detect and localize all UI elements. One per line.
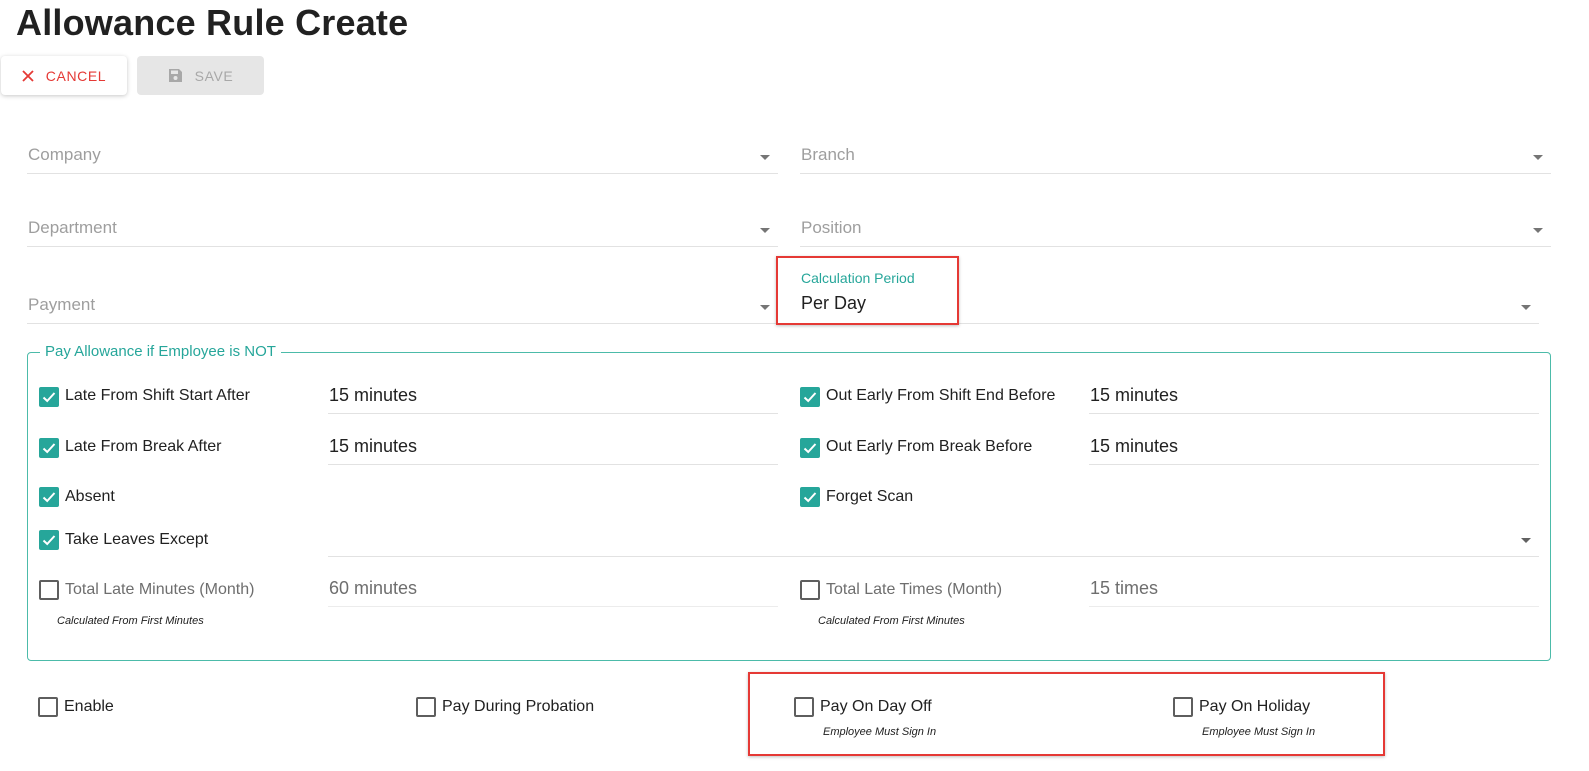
out-early-shift-end-checkbox[interactable]	[800, 387, 820, 407]
pay-during-probation-label: Pay During Probation	[442, 698, 595, 715]
check-icon	[42, 443, 56, 454]
position-placeholder: Position	[801, 218, 862, 237]
out-early-break-label: Out Early From Break Before	[826, 438, 1033, 455]
forget-scan-checkbox[interactable]	[800, 487, 820, 507]
branch-placeholder: Branch	[801, 145, 855, 164]
pay-during-probation-checkbox[interactable]	[416, 697, 436, 717]
absent-checkbox[interactable]	[39, 487, 59, 507]
pay-on-day-off-hint: Employee Must Sign In	[823, 726, 937, 738]
check-icon	[42, 392, 56, 403]
position-select[interactable]: Position	[800, 207, 1551, 247]
out-early-break-input[interactable]: 15 minutes	[1089, 425, 1539, 465]
payment-placeholder: Payment	[28, 295, 96, 314]
forget-scan-label: Forget Scan	[826, 488, 914, 505]
branch-select[interactable]: Branch	[800, 134, 1551, 174]
department-select[interactable]: Department	[27, 207, 778, 247]
late-shift-start-label: Late From Shift Start After	[65, 387, 250, 404]
pay-on-holiday-hint: Employee Must Sign In	[1202, 726, 1316, 738]
late-shift-start-value: 15 minutes	[329, 385, 418, 405]
department-placeholder: Department	[28, 218, 117, 237]
total-late-times-label: Total Late Times (Month)	[826, 581, 1003, 598]
total-late-minutes-hint: Calculated From First Minutes	[57, 615, 204, 627]
out-early-shift-end-label: Out Early From Shift End Before	[826, 387, 1056, 404]
save-button[interactable]: SAVE	[137, 56, 264, 95]
total-late-minutes-label: Total Late Minutes (Month)	[65, 581, 255, 598]
calculation-period-value: Per Day	[801, 293, 867, 313]
dropdown-caret-icon	[1533, 228, 1543, 233]
take-leaves-checkbox[interactable]	[39, 530, 59, 550]
late-break-checkbox[interactable]	[39, 438, 59, 458]
enable-checkbox[interactable]	[38, 697, 58, 717]
page-title: Allowance Rule Create	[16, 2, 409, 43]
out-early-shift-end-input[interactable]: 15 minutes	[1089, 374, 1539, 414]
save-button-label: SAVE	[194, 67, 234, 84]
dropdown-caret-icon	[760, 305, 770, 310]
pay-on-holiday-label: Pay On Holiday	[1199, 698, 1311, 715]
check-icon	[803, 492, 817, 503]
enable-label: Enable	[64, 698, 114, 715]
pay-on-holiday-checkbox[interactable]	[1173, 697, 1193, 717]
late-break-label: Late From Break After	[65, 438, 222, 455]
fieldset-legend: Pay Allowance if Employee is NOT	[40, 343, 281, 360]
pay-on-day-off-checkbox[interactable]	[794, 697, 814, 717]
dropdown-caret-icon	[1521, 538, 1531, 543]
check-icon	[42, 492, 56, 503]
out-early-shift-end-value: 15 minutes	[1090, 385, 1179, 405]
calculation-period-select[interactable]: Calculation Period Per Day	[800, 270, 1539, 324]
out-early-break-value: 15 minutes	[1090, 436, 1179, 456]
check-icon	[803, 443, 817, 454]
check-icon	[803, 392, 817, 403]
total-late-minutes-input[interactable]: 60 minutes	[328, 567, 778, 607]
cancel-button-label: CANCEL	[45, 67, 107, 84]
dropdown-caret-icon	[1533, 155, 1543, 160]
late-break-value: 15 minutes	[329, 436, 418, 456]
late-break-input[interactable]: 15 minutes	[328, 425, 778, 465]
total-late-times-hint: Calculated From First Minutes	[818, 615, 965, 627]
company-select[interactable]: Company	[27, 134, 778, 174]
total-late-times-checkbox[interactable]	[800, 580, 820, 600]
late-shift-start-input[interactable]: 15 minutes	[328, 374, 778, 414]
out-early-break-checkbox[interactable]	[800, 438, 820, 458]
company-placeholder: Company	[28, 145, 101, 164]
total-late-minutes-checkbox[interactable]	[39, 580, 59, 600]
payment-select[interactable]: Payment	[27, 284, 778, 324]
save-icon	[168, 69, 182, 82]
close-icon	[22, 69, 34, 82]
dropdown-caret-icon	[1521, 305, 1531, 310]
total-late-times-input[interactable]: 15 times	[1089, 567, 1539, 607]
absent-label: Absent	[65, 488, 115, 505]
total-late-times-value: 15 times	[1090, 578, 1159, 598]
pay-on-day-off-label: Pay On Day Off	[820, 698, 932, 715]
take-leaves-select[interactable]	[328, 517, 1539, 557]
late-shift-start-checkbox[interactable]	[39, 387, 59, 407]
calculation-period-label: Calculation Period	[801, 270, 915, 286]
take-leaves-label: Take Leaves Except	[65, 531, 209, 548]
check-icon	[42, 535, 56, 546]
total-late-minutes-value: 60 minutes	[329, 578, 418, 598]
dropdown-caret-icon	[760, 155, 770, 160]
dropdown-caret-icon	[760, 228, 770, 233]
cancel-button[interactable]: CANCEL	[1, 56, 127, 95]
